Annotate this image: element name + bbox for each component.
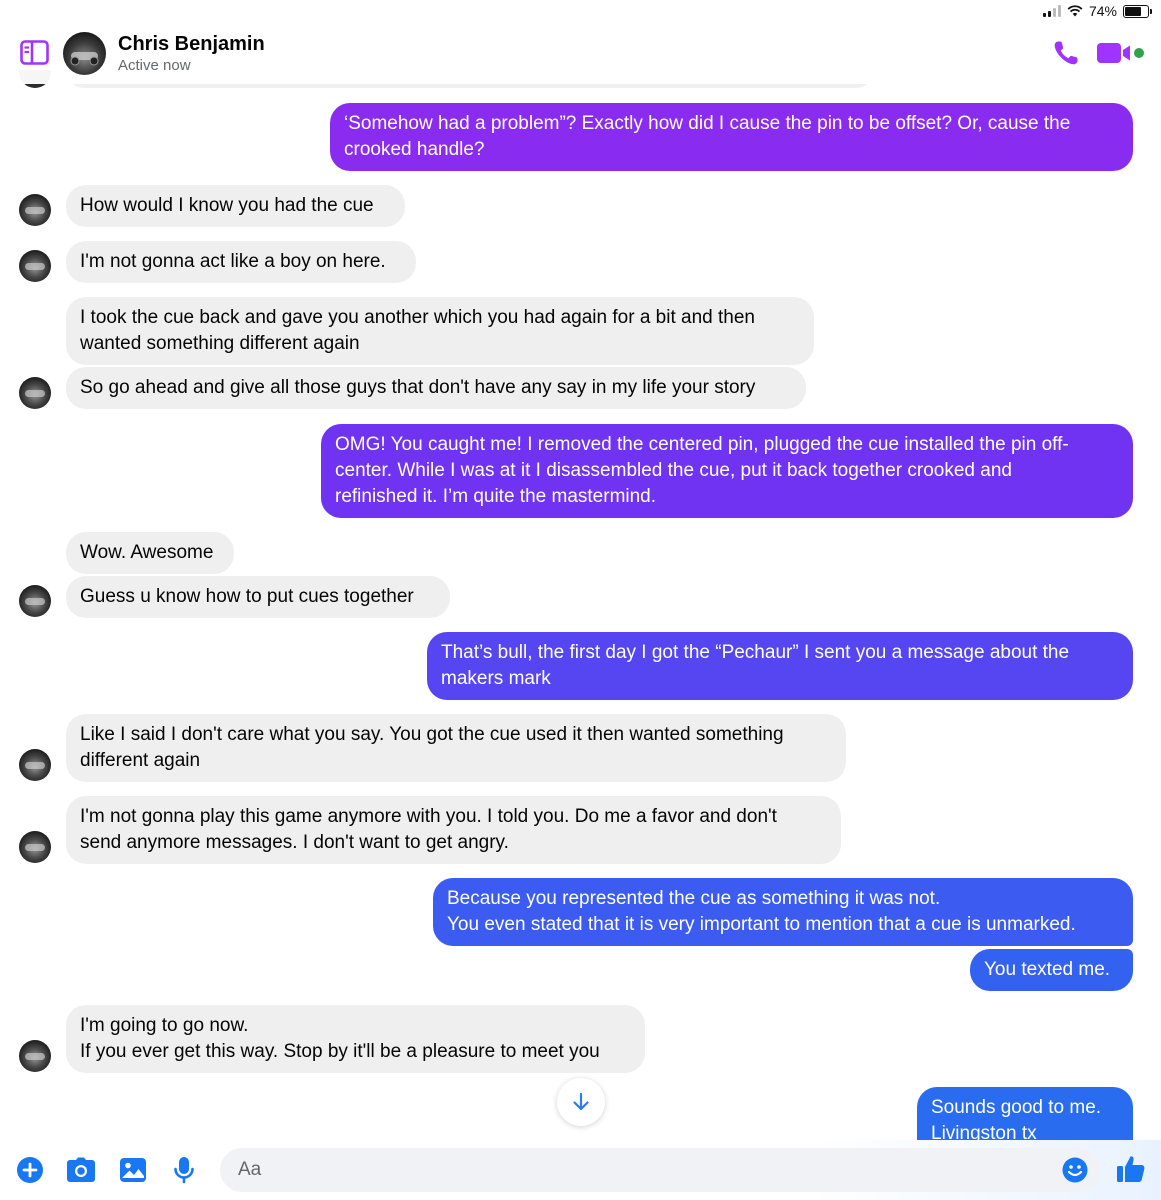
arrow-down-icon [573, 1092, 589, 1111]
message-input-container[interactable] [220, 1148, 1100, 1192]
message-composer [0, 1140, 1161, 1200]
contact-profile-avatar[interactable] [63, 32, 106, 75]
active-indicator-dot [1134, 48, 1144, 58]
like-button[interactable] [1114, 1152, 1148, 1186]
thumbs-up-icon [1117, 1156, 1145, 1182]
incoming-message[interactable]: Guess u know how to put cues together [66, 576, 450, 618]
outgoing-message[interactable]: You texted me. [970, 949, 1133, 991]
phone-call-icon[interactable] [1051, 38, 1081, 68]
video-call-button[interactable] [1097, 40, 1145, 66]
image-icon [120, 1158, 146, 1182]
chat-header: Chris Benjamin Active now [0, 22, 1161, 84]
outgoing-message[interactable]: OMG! You caught me! I removed the center… [321, 424, 1133, 518]
outgoing-message[interactable]: That’s bull, the first day I got the “Pe… [427, 632, 1133, 700]
outgoing-message[interactable]: Because you represented the cue as somet… [433, 878, 1133, 946]
contact-avatar[interactable] [19, 377, 51, 409]
incoming-message[interactable]: I'm going to go now. If you ever get thi… [66, 1005, 645, 1073]
contact-name[interactable]: Chris Benjamin [118, 33, 265, 56]
plus-circle-icon [17, 1157, 43, 1183]
outgoing-message[interactable]: Sounds good to me. Livingston tx [917, 1087, 1133, 1140]
scroll-to-bottom-button[interactable] [557, 1078, 605, 1126]
incoming-message[interactable]: I'm not gonna play this game anymore wit… [66, 796, 841, 864]
incoming-message[interactable]: So go ahead and give all those guys that… [66, 367, 806, 409]
contact-avatar[interactable] [19, 194, 51, 226]
contact-avatar[interactable] [19, 749, 51, 781]
contact-avatar[interactable] [19, 1040, 51, 1072]
message-input[interactable] [220, 1148, 1040, 1192]
photo-gallery-button[interactable] [118, 1155, 148, 1185]
voice-message-button[interactable] [169, 1155, 199, 1185]
camera-button[interactable] [66, 1155, 96, 1185]
incoming-message[interactable]: Wow. Awesome [66, 532, 234, 574]
sidebar-toggle-icon[interactable] [20, 40, 49, 65]
contact-avatar[interactable] [19, 831, 51, 863]
add-more-button[interactable] [15, 1155, 45, 1185]
outgoing-message[interactable]: ‘Somehow had a problem”? Exactly how did… [330, 103, 1133, 171]
motorcycle-photo-icon [70, 52, 99, 66]
incoming-message[interactable]: I took the cue back and gave you another… [66, 297, 814, 365]
video-camera-icon [1097, 43, 1144, 63]
contact-avatar[interactable] [19, 250, 51, 282]
microphone-icon [174, 1157, 194, 1184]
message-thread[interactable]: ‘Somehow had a problem”? Exactly how did… [0, 0, 1161, 1140]
active-status: Active now [118, 57, 191, 74]
emoji-icon[interactable] [1062, 1157, 1088, 1183]
camera-icon [67, 1157, 95, 1182]
incoming-message[interactable]: How would I know you had the cue [66, 185, 405, 227]
contact-avatar[interactable] [19, 585, 51, 617]
incoming-message[interactable]: I'm not gonna act like a boy on here. [66, 241, 416, 283]
incoming-message[interactable]: Like I said I don't care what you say. Y… [66, 714, 846, 782]
